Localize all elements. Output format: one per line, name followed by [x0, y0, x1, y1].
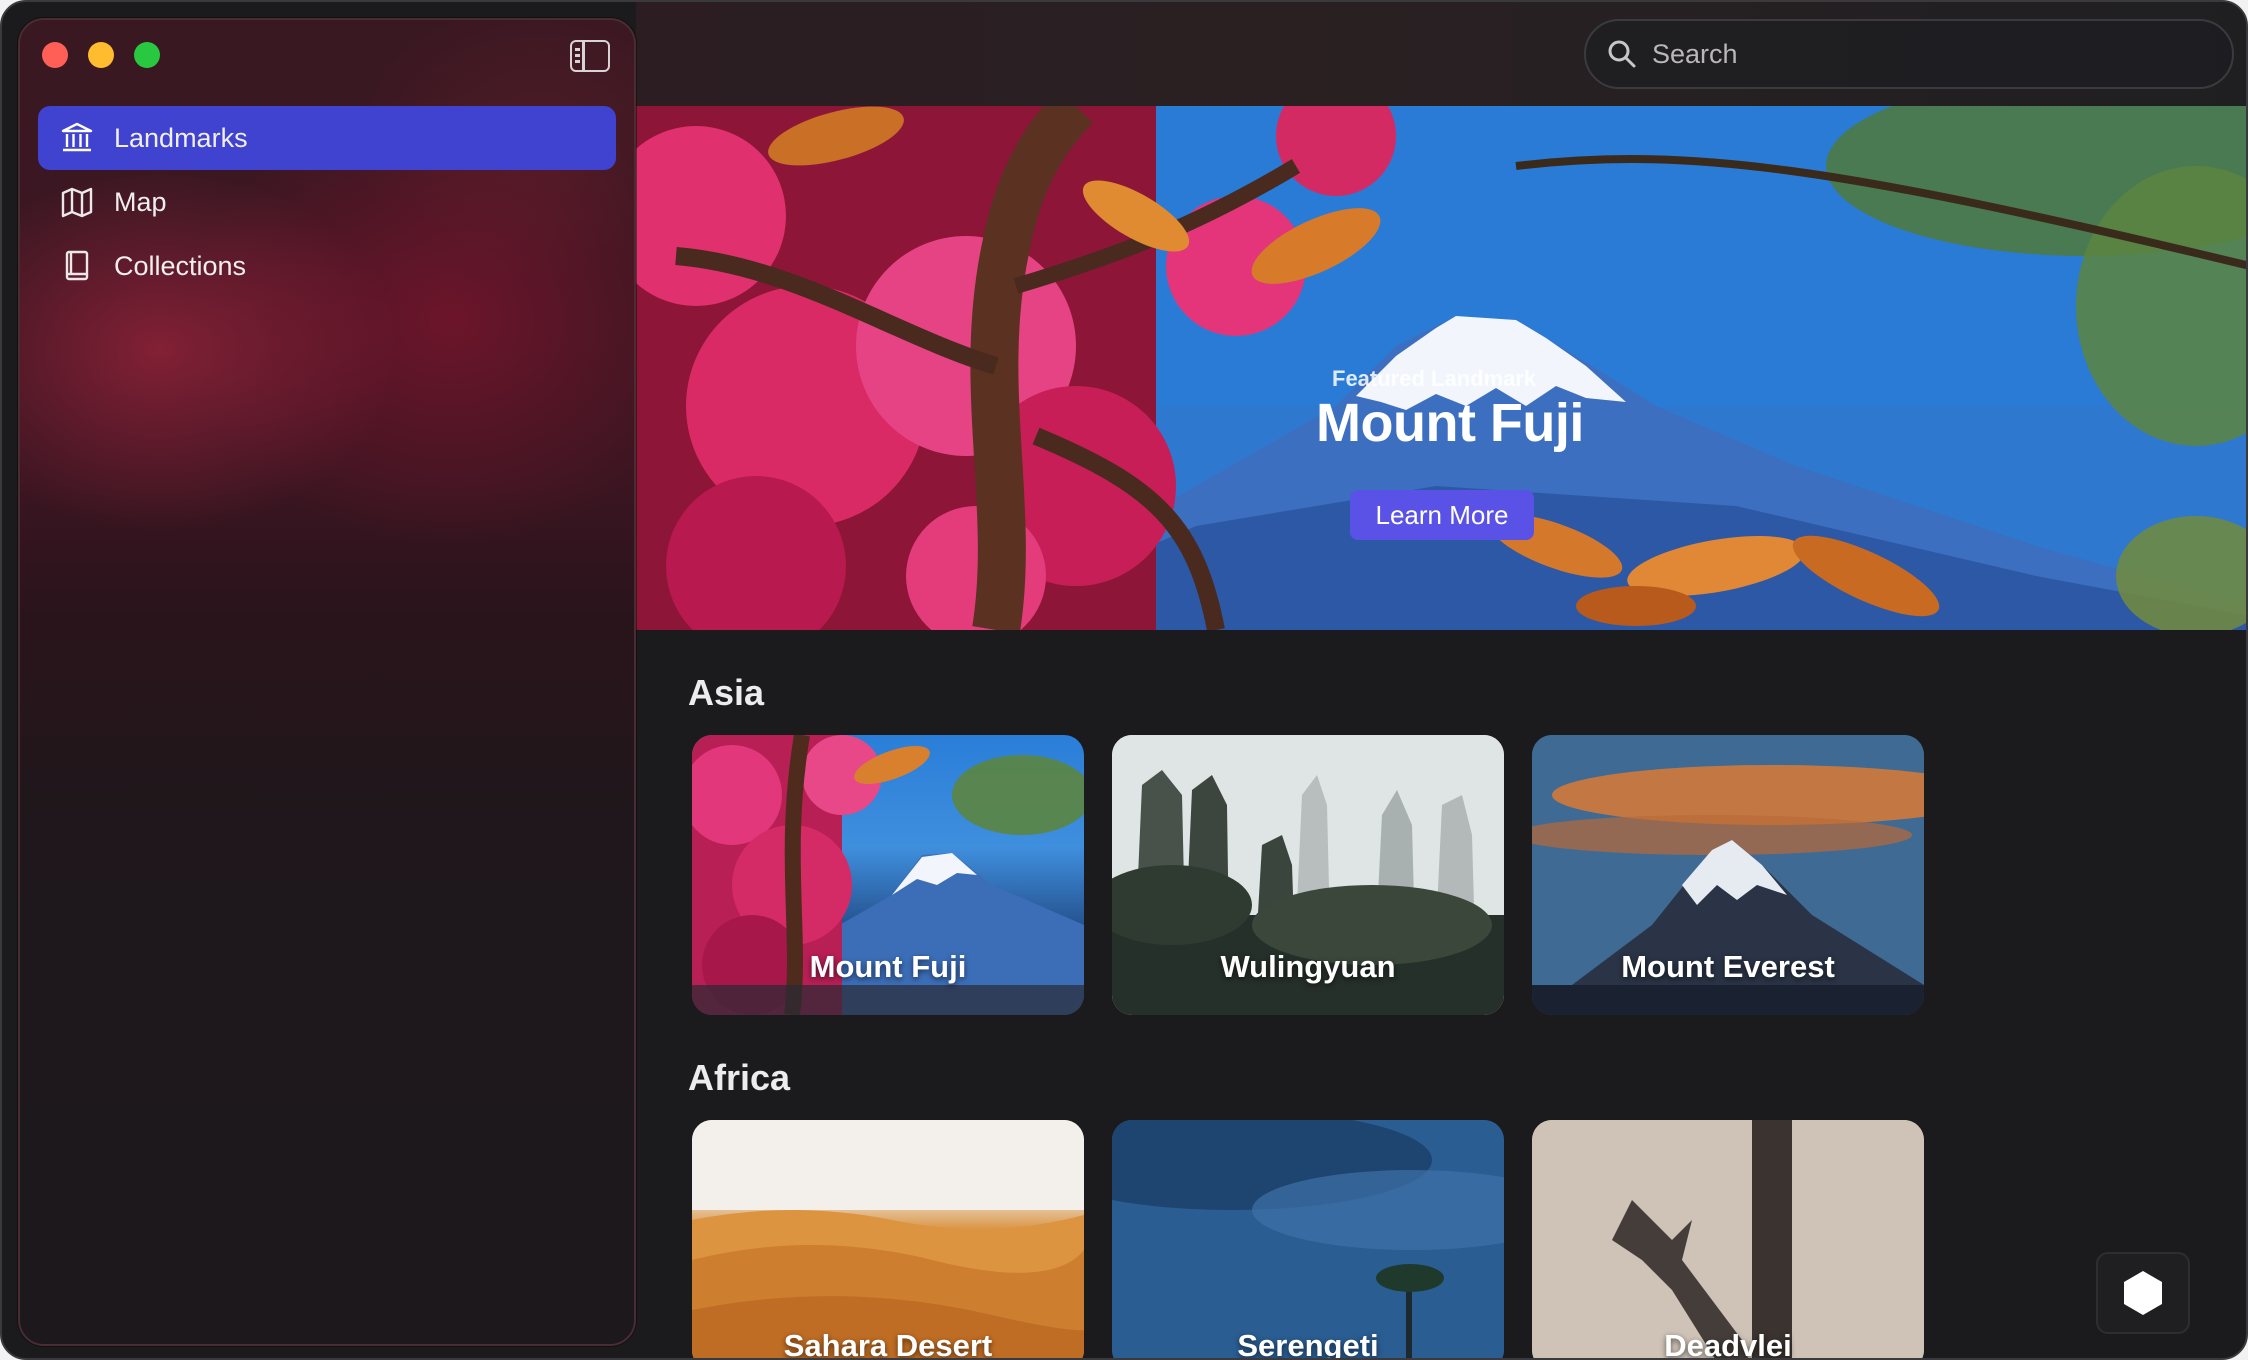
hero-kicker: Featured Landmark	[1332, 366, 1537, 391]
close-button[interactable]	[42, 42, 68, 68]
landmark-card-sahara-desert[interactable]: Sahara Desert	[692, 1120, 1084, 1360]
sidebar-item-map[interactable]: Map	[38, 170, 616, 234]
card-label: Deadvlei	[1664, 1328, 1792, 1360]
landmark-card-serengeti[interactable]: Serengeti	[1112, 1120, 1504, 1360]
hero-title: Mount Fuji	[1316, 393, 1584, 453]
sidebar-item-label: Collections	[114, 250, 247, 281]
sidebar-item-collections[interactable]: Collections	[38, 234, 616, 298]
hexagon-icon	[2124, 1271, 2162, 1315]
card-label: Sahara Desert	[783, 1328, 993, 1360]
map-icon	[60, 185, 94, 219]
sidebar-item-label: Landmarks	[114, 122, 248, 153]
card-label: Wulingyuan	[1220, 949, 1396, 984]
building-columns-icon	[60, 121, 94, 155]
card-label: Serengeti	[1237, 1328, 1379, 1360]
sidebar-item-label: Map	[114, 186, 167, 217]
book-icon	[60, 249, 94, 283]
card-image	[1112, 1120, 1504, 1358]
sidebar: Landmarks Map Collections	[18, 18, 636, 1346]
landmark-card-mount-fuji[interactable]: Mount Fuji	[692, 735, 1084, 1015]
learn-more-button[interactable]: Learn More	[1350, 490, 1534, 540]
search-field[interactable]: Search	[1584, 19, 2234, 89]
sidebar-toggle-icon[interactable]	[570, 40, 610, 72]
zoom-button[interactable]	[134, 42, 160, 68]
app-window: Featured Landmark Mount Fuji Learn More …	[0, 0, 2248, 1360]
card-image	[692, 1120, 1084, 1358]
landmark-card-wulingyuan[interactable]: Wulingyuan	[1112, 735, 1504, 1015]
search-placeholder: Search	[1652, 38, 1738, 69]
section-title-asia: Asia	[688, 672, 765, 713]
sidebar-item-landmarks[interactable]: Landmarks	[38, 106, 616, 170]
landmark-card-mount-everest[interactable]: Mount Everest	[1532, 735, 1924, 1015]
card-image	[1532, 1120, 1924, 1358]
card-label: Mount Fuji	[809, 949, 967, 984]
hexagon-launcher-button[interactable]	[2096, 1252, 2190, 1334]
section-title-africa: Africa	[688, 1057, 791, 1098]
minimize-button[interactable]	[88, 42, 114, 68]
featured-hero[interactable]: Featured Landmark Mount Fuji Learn More	[636, 106, 2246, 630]
landmark-card-deadvlei[interactable]: Deadvlei	[1532, 1120, 1924, 1360]
search-icon	[1608, 40, 1636, 68]
card-label: Mount Everest	[1621, 949, 1835, 984]
